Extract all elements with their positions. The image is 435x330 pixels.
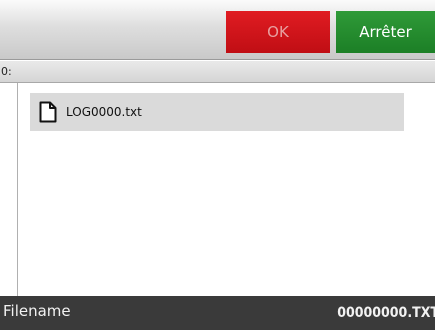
file-item[interactable]: LOG0000.txt [30, 93, 404, 131]
top-toolbar: OK Arrêter [0, 0, 435, 60]
filename-label: Filename [3, 302, 71, 320]
filename-value[interactable]: 00000000.TXT [337, 296, 435, 330]
current-path: 0: [1, 65, 12, 78]
ok-button[interactable]: OK [226, 11, 330, 53]
filename-bar: Filename 00000000.TXT [0, 296, 435, 330]
document-icon [39, 101, 57, 123]
stop-button[interactable]: Arrêter [336, 11, 435, 53]
file-list[interactable]: LOG0000.txt [17, 83, 435, 296]
path-bar: 0: [0, 61, 435, 83]
file-name: LOG0000.txt [66, 105, 142, 119]
